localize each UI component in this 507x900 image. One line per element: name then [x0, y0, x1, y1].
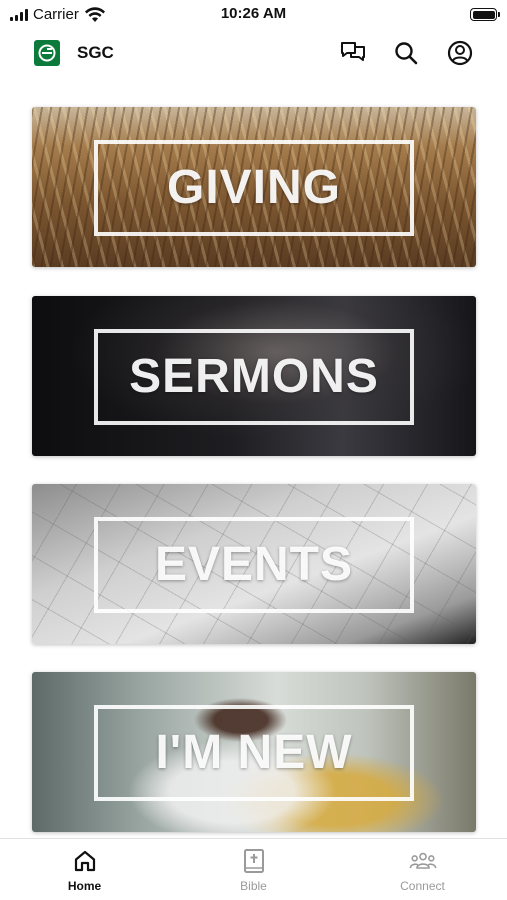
- status-time: 10:26 AM: [220, 5, 287, 22]
- profile-icon: [447, 40, 473, 66]
- chat-button[interactable]: [339, 39, 367, 67]
- people-icon: [409, 847, 437, 875]
- bible-icon: [240, 847, 268, 875]
- search-button[interactable]: [392, 39, 420, 67]
- tab-bar: Home Bible Connect: [0, 838, 507, 900]
- logo-mark-icon: [38, 44, 56, 62]
- giving-label: GIVING: [166, 160, 342, 214]
- events-label: EVENTS: [154, 537, 354, 591]
- tab-connect[interactable]: Connect: [338, 839, 507, 900]
- im-new-label: I'M NEW: [155, 725, 353, 779]
- tab-bible[interactable]: Bible: [169, 839, 338, 900]
- profile-button[interactable]: [446, 39, 474, 67]
- search-icon: [395, 42, 418, 65]
- events-tile[interactable]: EVENTS: [32, 484, 476, 644]
- home-icon: [71, 847, 99, 875]
- chat-icon: [341, 42, 365, 61]
- app-title: SGC: [77, 43, 114, 62]
- tab-home[interactable]: Home: [0, 839, 169, 900]
- app-header: SGC: [0, 34, 507, 74]
- app-logo: [34, 40, 60, 66]
- tab-home-label: Home: [67, 879, 102, 893]
- battery-icon: [470, 8, 500, 21]
- tab-bible-label: Bible: [240, 879, 267, 893]
- im-new-tile[interactable]: I'M NEW: [32, 672, 476, 832]
- status-bar: Carrier 10:26 AM: [0, 0, 507, 30]
- sermons-label: SERMONS: [129, 349, 379, 403]
- sermons-tile[interactable]: SERMONS: [32, 296, 476, 456]
- tab-connect-label: Connect: [400, 879, 445, 893]
- giving-tile[interactable]: GIVING: [32, 107, 476, 267]
